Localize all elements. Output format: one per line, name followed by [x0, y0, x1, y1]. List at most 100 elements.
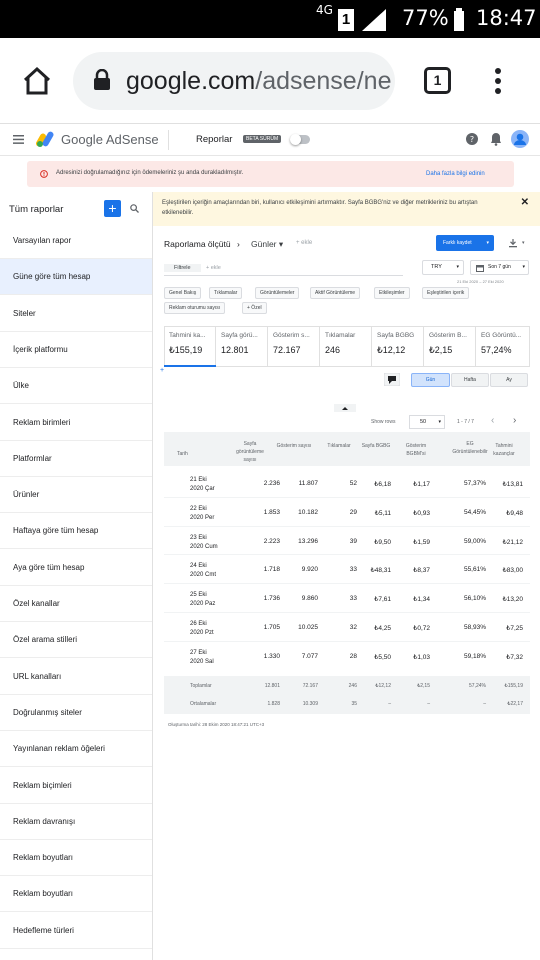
metric-card[interactable]: Tıklamalar 246	[320, 326, 372, 366]
matched-content-notice: Eşleştirilen içeriğin amaçlarından biri,…	[153, 192, 540, 226]
days-label: Günler	[251, 239, 277, 249]
menu-dots-icon[interactable]	[494, 67, 502, 95]
close-icon[interactable]: ✕	[521, 198, 529, 208]
address-bar[interactable]: google.com/adsense/ne	[73, 52, 395, 110]
sidebar-item[interactable]: Reklam boyutları	[0, 840, 152, 877]
sidebar-item[interactable]: Haftaya göre tüm hesap	[0, 513, 152, 550]
date-range-select[interactable]: Son 7 gün ▾	[470, 260, 529, 275]
sidebar-item[interactable]: Özel arama stilleri	[0, 622, 152, 659]
metric-label: EG Görüntü...	[481, 332, 522, 339]
metric-card[interactable]: Gösterim B... ₺2,15	[424, 326, 476, 366]
metric-tab[interactable]: Etkileşimler	[374, 287, 410, 299]
metric-card[interactable]: Sayfa BGBG ₺12,12	[372, 326, 424, 366]
metric-tab[interactable]: Eşleştirilen içerik	[422, 287, 470, 299]
sidebar-item[interactable]: İçerik platformu	[0, 332, 152, 368]
sidebar-item[interactable]: Platformlar	[0, 441, 152, 477]
clock: 18:47	[476, 6, 537, 30]
sidebar-item[interactable]: Reklam birimleri	[0, 405, 152, 441]
active-metric-indicator	[164, 365, 216, 367]
sidebar-item[interactable]: Özel kanallar	[0, 586, 152, 622]
sidebar-item[interactable]: Doğrulanmış siteler	[0, 695, 152, 731]
metric-tab[interactable]: Tıklamalar	[209, 287, 243, 299]
granularity-2[interactable]: Ay	[490, 373, 528, 387]
url-text: google.com/adsense/ne	[126, 67, 391, 96]
sidebar-item[interactable]: Ürünler	[0, 477, 152, 514]
column-header[interactable]: Tarih	[177, 450, 207, 458]
sidebar-item[interactable]: Varsayılan rapor	[0, 223, 152, 259]
add-report-button[interactable]: +	[104, 200, 121, 217]
generated-timestamp: Oluşturma tarihi: 28 Ekim 2020 18:47:21 …	[168, 722, 265, 727]
next-page-icon[interactable]: ›	[513, 415, 516, 426]
save-as-button[interactable]: Farklı kaydet ▾	[436, 235, 494, 251]
filter-bar[interactable]: Filtrele + ekle	[164, 261, 403, 276]
sidebar-item[interactable]: Reklam boyutları	[0, 876, 152, 913]
table-cell: ₺0,72	[413, 625, 430, 632]
avatar[interactable]	[511, 130, 529, 148]
column-header[interactable]: Tahmini kazançlar	[487, 442, 521, 458]
range-chevron-icon: ▾	[522, 264, 525, 270]
filter-button[interactable]: Filtrele	[164, 264, 201, 272]
filter-add[interactable]: + ekle	[206, 265, 221, 271]
prev-page-icon[interactable]: ‹	[491, 415, 494, 426]
sidebar-item[interactable]: Yayınlanan reklam öğeleri	[0, 731, 152, 768]
date-range-value: Son 7 gün	[488, 264, 511, 270]
column-header[interactable]: Gösterim BGBM'si	[398, 442, 434, 458]
metric-tab[interactable]: Genel Bakış	[164, 287, 202, 299]
beta-toggle[interactable]	[290, 134, 310, 145]
breadcrumb-days-dropdown[interactable]: Günler ▾	[251, 239, 283, 250]
sidebar-item[interactable]: Reklam biçimleri	[0, 768, 152, 804]
app-header: Google AdSense Reporlar BETA SÜRÜM ?	[0, 124, 540, 156]
row-date-day: 23 Eki	[190, 534, 207, 541]
column-header[interactable]: EG Görüntülenebilir	[450, 440, 490, 456]
add-metric-icon[interactable]: +	[160, 367, 164, 374]
granularity-0[interactable]: Gün	[411, 373, 450, 387]
rows-per-page-select[interactable]: 50 ▾	[409, 415, 445, 429]
alert-learn-more-link[interactable]: Daha fazla bilgi edinin	[426, 171, 485, 177]
currency-select[interactable]: TRY ▾	[422, 260, 464, 275]
metric-tab[interactable]: Reklam oturumu sayısı	[164, 302, 226, 314]
metric-tab[interactable]: Aktif Görüntüleme	[310, 287, 361, 299]
search-icon[interactable]	[130, 204, 139, 213]
download-chevron-icon[interactable]: ▾	[522, 240, 525, 246]
column-header[interactable]: Sayfa görüntüleme sayısı	[230, 440, 270, 464]
metric-tab[interactable]: + Özel	[242, 302, 267, 314]
sidebar-item[interactable]: Reklam davranışı	[0, 804, 152, 840]
table-cell: 54,45%	[463, 508, 486, 516]
hamburger-icon[interactable]	[13, 135, 24, 144]
column-header[interactable]: Sayfa BGBG	[361, 442, 391, 450]
column-header[interactable]: Tıklamalar	[324, 442, 354, 450]
sidebar-title: Tüm raporlar	[9, 204, 64, 215]
report-table: Show rows 50 ▾ 1 - 7 / 7 ‹ › Tarih Sayfa g…	[164, 412, 530, 714]
sidebar-item[interactable]: URL kanalları	[0, 659, 152, 695]
table-cell: ₺9,50	[374, 538, 391, 546]
sidebar-item[interactable]: Aya göre tüm hesap	[0, 550, 152, 586]
row-date-year: 2020 Cum	[190, 543, 218, 550]
sidebar-item[interactable]: Hedefleme türleri	[0, 913, 152, 949]
breadcrumb-add[interactable]: + ekle	[296, 240, 312, 246]
download-icon[interactable]	[508, 238, 518, 248]
metric-card[interactable]: Tahmini ka... ₺155,19	[164, 326, 216, 366]
table-cell: ₺1,59	[413, 538, 430, 546]
home-icon[interactable]	[22, 66, 52, 96]
help-icon[interactable]: ?	[466, 133, 478, 145]
column-header[interactable]: Gösterim sayısı	[276, 442, 312, 450]
totals-cell: ₺2,15	[417, 683, 430, 689]
sidebar-item[interactable]: Güne göre tüm hesap	[0, 259, 152, 296]
averages-cell: 35	[351, 701, 357, 707]
header-divider	[168, 130, 169, 150]
collapse-chart-icon[interactable]	[334, 404, 356, 412]
granularity-1[interactable]: Hafta	[451, 373, 489, 387]
sidebar-item[interactable]: Ülke	[0, 368, 152, 405]
annotations-icon[interactable]	[384, 373, 400, 386]
breadcrumb-metric[interactable]: Raporlama ölçütü	[164, 239, 231, 249]
table-cell: 1.736	[263, 595, 280, 603]
sidebar-item[interactable]: Siteler	[0, 296, 152, 332]
metric-card[interactable]: Gösterim s... 72.167	[268, 326, 320, 366]
battery-percent: 77%	[402, 6, 449, 30]
metric-tab[interactable]: Görüntülemeler	[255, 287, 300, 299]
metric-card[interactable]: EG Görüntü... 57,24%	[476, 326, 530, 366]
metric-card[interactable]: Sayfa görü... 12.801	[216, 326, 268, 366]
notification-bell-icon[interactable]	[490, 132, 502, 146]
table-cell: 29	[349, 508, 357, 516]
tab-switcher-button[interactable]: 1	[424, 67, 451, 94]
